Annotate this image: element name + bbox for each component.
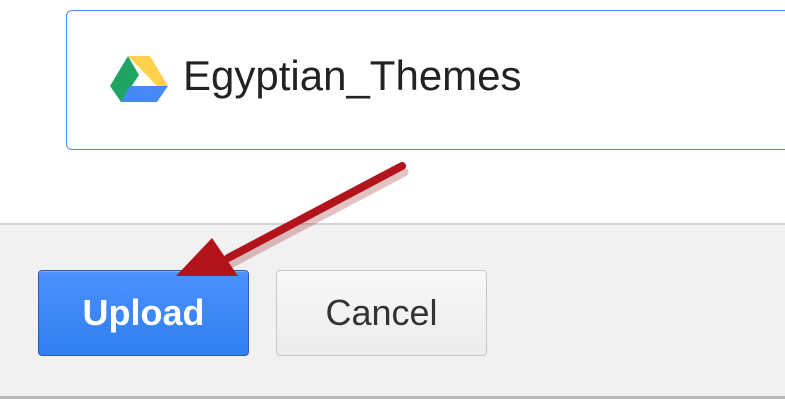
cancel-button[interactable]: Cancel xyxy=(276,270,487,356)
folder-name: Egyptian_Themes xyxy=(183,52,522,99)
upload-dialog: Egyptian_Themes Upload Cancel xyxy=(0,0,785,405)
upload-button[interactable]: Upload xyxy=(38,270,249,356)
google-drive-icon xyxy=(110,56,168,102)
